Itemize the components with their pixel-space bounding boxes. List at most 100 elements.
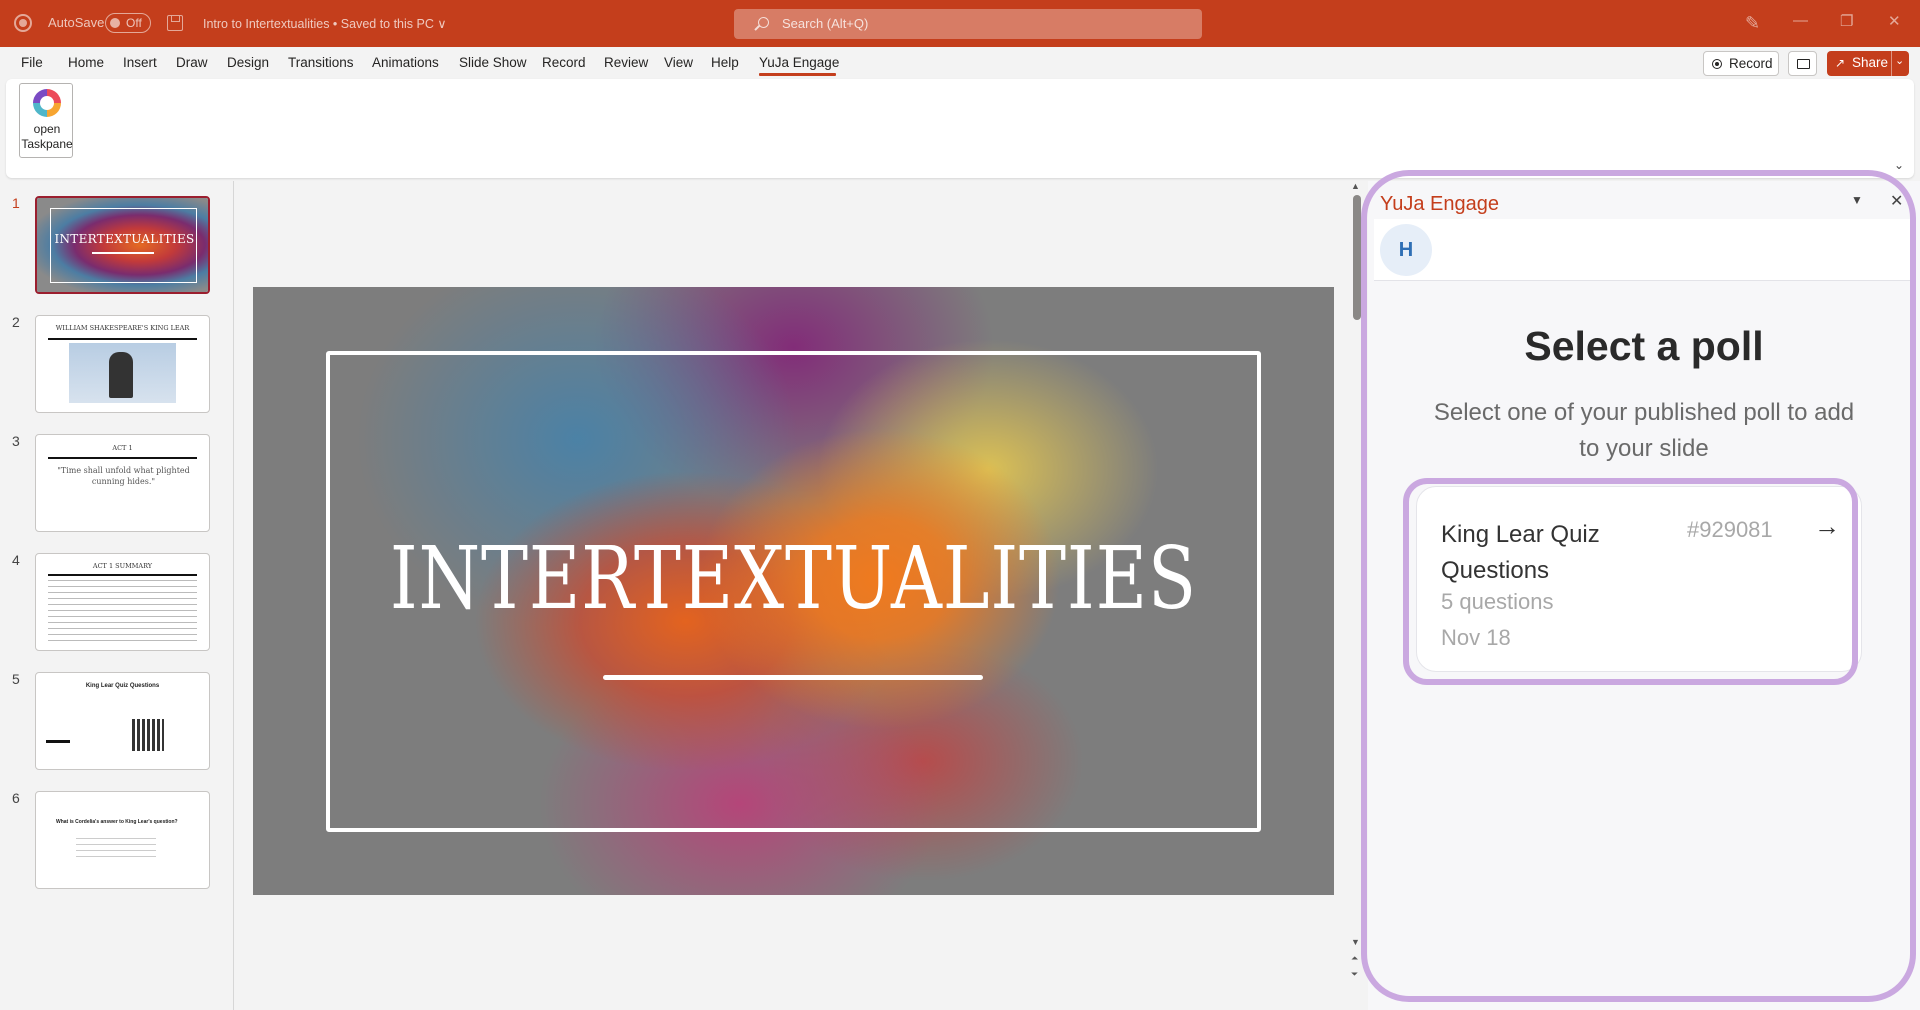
slide-thumbnail-1[interactable]: INTERTEXTUALITIES: [35, 196, 210, 294]
menu-home[interactable]: Home: [68, 55, 104, 70]
arrow-right-icon[interactable]: →: [1814, 511, 1840, 542]
thumbnail-title: INTERTEXTUALITIES: [54, 232, 195, 246]
thumbnail-row-4: 4 ACT 1 SUMMARY: [0, 540, 234, 651]
record-button[interactable]: Record: [1703, 51, 1779, 76]
search-box[interactable]: Search (Alt+Q): [734, 9, 1202, 39]
search-placeholder: Search (Alt+Q): [782, 16, 869, 31]
active-tab-indicator: [759, 73, 836, 76]
collapse-ribbon-icon[interactable]: ⌄: [1894, 158, 1904, 172]
menu-yuja-engage[interactable]: YuJa Engage: [759, 55, 839, 70]
menu-draw[interactable]: Draw: [176, 55, 208, 70]
previous-slide-icon[interactable]: ⏶: [1351, 953, 1358, 964]
poll-card[interactable]: King Lear Quiz Questions #929081 → 5 que…: [1416, 486, 1862, 672]
menu-design[interactable]: Design: [227, 55, 269, 70]
save-icon[interactable]: [167, 15, 183, 31]
chevron-down-icon[interactable]: ⌄: [1895, 54, 1904, 67]
ribbon: open Taskpane ⌄: [6, 79, 1914, 178]
menu-record[interactable]: Record: [542, 55, 586, 70]
yuja-engage-taskpane: YuJa Engage ▼ ✕ H Select a poll Select o…: [1368, 181, 1920, 1010]
designer-pen-icon[interactable]: ✎: [1745, 13, 1760, 34]
select-poll-heading: Select a poll: [1524, 323, 1764, 369]
thumbnail-body-text: [48, 580, 197, 646]
slide-underline: [603, 675, 983, 680]
record-icon: [1712, 59, 1722, 69]
share-icon: ↗: [1835, 56, 1846, 70]
menu-transitions[interactable]: Transitions: [288, 55, 354, 70]
slide-thumbnails-pane: 1 INTERTEXTUALITIES 2 WILLIAM SHAKESPEAR…: [0, 181, 234, 1010]
autosave-toggle[interactable]: Off: [105, 13, 151, 33]
menu-bar: File Home Insert Draw Design Transitions…: [0, 47, 1920, 79]
thumbnail-rule: [48, 338, 197, 340]
powerpoint-logo-icon: [14, 14, 32, 32]
autosave-label: AutoSave: [48, 15, 105, 30]
menu-slide-show[interactable]: Slide Show: [459, 55, 527, 70]
document-title[interactable]: Intro to Intertextualities • Saved to th…: [203, 16, 447, 31]
poll-id: #929081: [1687, 517, 1773, 542]
thumbnail-rule: [46, 740, 70, 743]
scroll-up-icon[interactable]: ▲: [1351, 181, 1360, 191]
menu-insert[interactable]: Insert: [123, 55, 157, 70]
thumbnail-title: WILLIAM SHAKESPEARE'S KING LEAR: [55, 324, 190, 332]
avatar[interactable]: H: [1380, 224, 1432, 276]
thumbnail-title: King Lear Quiz Questions: [85, 683, 160, 689]
slide-thumbnail-3[interactable]: ACT 1 "Time shall unfold what plighted c…: [35, 434, 210, 532]
thumbnail-row-3: 3 ACT 1 "Time shall unfold what plighted…: [0, 421, 234, 532]
slide-title[interactable]: INTERTEXTUALITIES: [350, 529, 1236, 629]
open-taskpane-label: open Taskpane: [21, 122, 73, 151]
thumbnail-rule: [48, 457, 197, 459]
statue-silhouette: [109, 352, 133, 398]
toggle-knob: [110, 18, 120, 28]
slide-thumbnail-6[interactable]: What is Cordelia's answer to King Lear's…: [35, 791, 210, 889]
slide-scrollbar[interactable]: ▲ ▼ ⏶ ⏷: [1350, 181, 1365, 1010]
taskpane-header: H: [1374, 219, 1914, 281]
qr-code-image: [132, 719, 164, 751]
menu-review[interactable]: Review: [604, 55, 648, 70]
menu-animations[interactable]: Animations: [372, 55, 439, 70]
taskpane-options-icon[interactable]: ▼: [1851, 193, 1863, 207]
autosave-state: Off: [126, 16, 142, 30]
thumbnail-row-1: 1 INTERTEXTUALITIES: [0, 183, 234, 294]
share-button[interactable]: ↗ Share ⌄: [1827, 51, 1909, 76]
poll-date: Nov 18: [1441, 625, 1511, 650]
slide-thumbnail-5[interactable]: King Lear Quiz Questions: [35, 672, 210, 770]
menu-help[interactable]: Help: [711, 55, 739, 70]
thumbnail-quote: "Time shall unfold what plighted cunning…: [57, 466, 190, 486]
close-icon[interactable]: ✕: [1888, 12, 1901, 30]
select-poll-subheading: Select one of your published poll to add…: [1433, 399, 1855, 462]
thumbnail-title: What is Cordelia's answer to King Lear's…: [56, 819, 178, 825]
slide-thumbnail-2[interactable]: WILLIAM SHAKESPEARE'S KING LEAR: [35, 315, 210, 413]
open-taskpane-button[interactable]: open Taskpane: [19, 83, 73, 158]
thumbnail-row-5: 5 King Lear Quiz Questions: [0, 659, 234, 770]
slide-thumbnail-4[interactable]: ACT 1 SUMMARY: [35, 553, 210, 651]
taskpane-title: YuJa Engage: [1380, 193, 1499, 215]
scroll-down-icon[interactable]: ▼: [1351, 937, 1360, 947]
thumbnail-title: ACT 1 SUMMARY: [92, 562, 153, 570]
slide-number: 2: [12, 314, 20, 330]
thumbnail-title: ACT 1: [112, 444, 133, 452]
thumbnail-body-text: [76, 838, 156, 862]
comments-button[interactable]: [1788, 51, 1817, 76]
slide-number: 6: [12, 790, 20, 806]
thumbnail-underline: [92, 252, 154, 254]
slide-number: 5: [12, 671, 20, 687]
thumbnail-row-6: 6 What is Cordelia's answer to King Lear…: [0, 778, 234, 889]
slide-number: 1: [12, 195, 20, 211]
thumbnail-rule: [48, 574, 197, 576]
slide-number: 4: [12, 552, 20, 568]
search-icon: [758, 17, 769, 28]
poll-title: King Lear Quiz Questions: [1441, 521, 1600, 584]
title-bar: AutoSave Off Intro to Intertextualities …: [0, 0, 1920, 47]
close-icon[interactable]: ✕: [1890, 191, 1903, 211]
scrollbar-thumb[interactable]: [1353, 195, 1361, 320]
minimize-icon[interactable]: —: [1793, 12, 1808, 29]
next-slide-icon[interactable]: ⏷: [1351, 969, 1358, 980]
thumbnail-row-2: 2 WILLIAM SHAKESPEARE'S KING LEAR: [0, 302, 234, 413]
menu-file[interactable]: File: [21, 55, 43, 70]
poll-question-count: 5 questions: [1441, 589, 1554, 614]
menu-view[interactable]: View: [664, 55, 693, 70]
record-label: Record: [1729, 56, 1773, 71]
share-label: Share: [1852, 55, 1889, 70]
current-slide[interactable]: INTERTEXTUALITIES: [253, 287, 1334, 895]
restore-icon[interactable]: ❐: [1840, 12, 1853, 30]
yuja-logo-icon: [33, 89, 61, 117]
